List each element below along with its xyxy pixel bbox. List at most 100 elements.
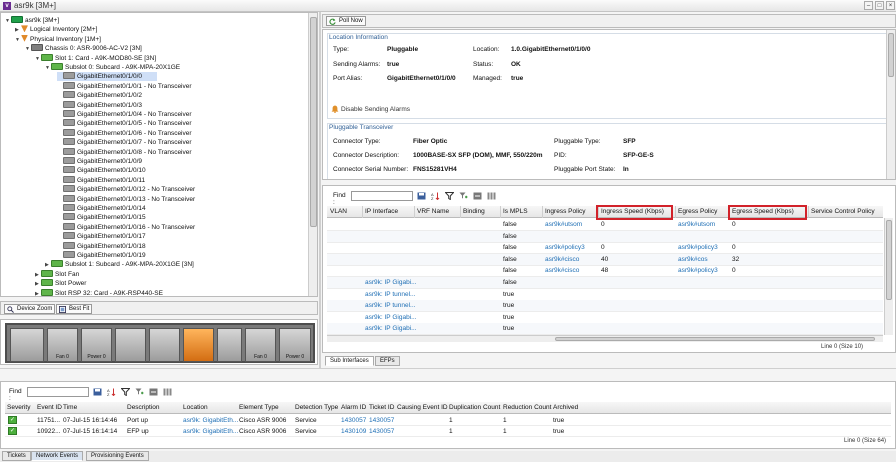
column-header[interactable]: Reduction Count bbox=[503, 404, 551, 411]
tree-item[interactable]: GigabitEthernet0/1/0/0 bbox=[57, 72, 157, 82]
table-cell[interactable]: asr9k: IP Gigabi... bbox=[365, 325, 417, 332]
events-find-input[interactable] bbox=[27, 387, 89, 397]
maximize-button[interactable]: □ bbox=[875, 1, 884, 10]
table-cell[interactable]: asr9k#utsom bbox=[545, 221, 582, 228]
column-header[interactable]: IP Interface bbox=[365, 208, 398, 215]
table-cell[interactable]: asr9k: IP Gigabi... bbox=[365, 314, 417, 321]
tree-item[interactable]: GigabitEthernet0/1/0/9 bbox=[57, 157, 142, 166]
tree-item[interactable]: GigabitEthernet0/1/0/8 - No Transceiver bbox=[57, 147, 192, 157]
table-row[interactable]: false asr9k#cisco 40 asr9k#cos 32 bbox=[327, 253, 883, 266]
table-cell[interactable]: asr9k: IP tunnel... bbox=[365, 302, 415, 309]
device-zoom-button[interactable]: Device Zoom bbox=[4, 304, 56, 314]
table-row[interactable]: ✓ 10922... 07-Jul-15 16:14:14 EFP up asr9k: … bbox=[5, 426, 891, 437]
table-row[interactable]: false asr9k#cisco 48 asr9k#policy3 0 bbox=[327, 265, 883, 278]
column-header[interactable]: Ingress Policy bbox=[545, 208, 585, 215]
table-cell[interactable]: asr9k#cisco bbox=[545, 267, 579, 274]
column-header[interactable]: Causing Event ID bbox=[397, 404, 448, 411]
tree-item[interactable]: ▼ asr9k [3M+] bbox=[5, 16, 59, 25]
table-cell[interactable]: asr9k: GigabitEth... bbox=[183, 428, 238, 435]
table-cell[interactable]: asr9k#cos bbox=[678, 256, 708, 263]
tree-item[interactable]: ▶ Slot Fan bbox=[35, 269, 79, 279]
column-header[interactable]: Severity bbox=[7, 404, 30, 411]
disable-sending-alarms-link[interactable]: Disable Sending Alarms bbox=[341, 106, 410, 113]
tree-item[interactable]: ▼ Slot 1: Card - A9K-MOD80-SE [3N] bbox=[35, 53, 156, 63]
column-header[interactable]: Detection Type bbox=[295, 404, 338, 411]
table-row[interactable]: asr9k: IP Gigabi... true bbox=[327, 312, 883, 324]
filter-icon[interactable] bbox=[121, 388, 130, 396]
column-header[interactable]: Location bbox=[183, 404, 208, 411]
tree-item[interactable]: GigabitEthernet0/1/0/5 - No Transceiver bbox=[57, 119, 192, 128]
tree-item[interactable]: ▶ Logical Inventory [2M+] bbox=[15, 25, 97, 34]
column-separator[interactable] bbox=[542, 206, 543, 218]
best-fit-button[interactable]: Best Fit bbox=[56, 304, 93, 314]
column-header[interactable]: Ticket ID bbox=[369, 404, 394, 411]
column-header[interactable]: VRF Name bbox=[417, 208, 449, 215]
table-cell[interactable]: 1430057 bbox=[341, 417, 366, 424]
advanced-filter-icon[interactable] bbox=[459, 192, 468, 200]
poll-now-button[interactable]: Poll Now bbox=[326, 16, 366, 26]
tab-sub-interfaces[interactable]: Sub Interfaces bbox=[325, 356, 374, 366]
tree-item[interactable]: GigabitEthernet0/1/0/2 bbox=[57, 91, 142, 100]
table-row[interactable]: ✓ 11751... 07-Jul-15 16:14:46 Port up asr9k:… bbox=[5, 415, 891, 426]
close-button[interactable]: × bbox=[886, 1, 895, 10]
table-cell[interactable]: asr9k#cisco bbox=[545, 256, 579, 263]
save-icon[interactable] bbox=[417, 192, 426, 200]
column-separator[interactable] bbox=[675, 206, 676, 218]
chassis-module[interactable] bbox=[149, 328, 180, 362]
sort-icon[interactable]: AZ bbox=[431, 192, 440, 200]
table-row[interactable]: false asr9k#utsom 0 asr9k#utsom 0 bbox=[327, 219, 883, 231]
tree-item[interactable]: GigabitEthernet0/1/0/13 - No Transceiver bbox=[57, 194, 195, 204]
table-cell[interactable]: asr9k: IP Gigabi... bbox=[365, 279, 417, 286]
columns-icon[interactable] bbox=[487, 192, 496, 200]
chassis-module[interactable] bbox=[183, 328, 214, 362]
sort-icon[interactable]: AZ bbox=[107, 388, 116, 396]
table-cell[interactable]: 1430057 bbox=[369, 428, 394, 435]
export-icon[interactable] bbox=[473, 192, 482, 200]
column-header[interactable]: Archived bbox=[553, 404, 578, 411]
tab-network-events[interactable]: Network Events bbox=[31, 451, 84, 461]
column-separator[interactable] bbox=[362, 206, 363, 218]
chassis-module[interactable] bbox=[217, 328, 242, 362]
details-scrollbar-thumb[interactable] bbox=[888, 33, 894, 77]
column-header[interactable]: Egress Policy bbox=[678, 208, 717, 215]
interfaces-hscrollbar[interactable] bbox=[327, 335, 883, 342]
column-header[interactable]: Description bbox=[127, 404, 160, 411]
table-cell[interactable]: 1430057 bbox=[369, 417, 394, 424]
chassis-module[interactable]: Power 0 bbox=[279, 328, 311, 362]
table-row[interactable]: asr9k: IP tunnel... true bbox=[327, 289, 883, 301]
interfaces-scrollbar-thumb[interactable] bbox=[886, 220, 892, 300]
tree-item[interactable]: GigabitEthernet0/1/0/15 bbox=[57, 213, 146, 222]
export-icon[interactable] bbox=[149, 388, 158, 396]
tree-item[interactable]: ▼ Physical Inventory [1M+] bbox=[15, 34, 101, 44]
tab-provisioning-events[interactable]: Provisioning Events bbox=[86, 451, 149, 461]
tree-item[interactable]: ▼ Subslot 0: Subcard - A9K-MPA-20X1GE bbox=[45, 63, 180, 72]
table-cell[interactable]: asr9k: GigabitEth... bbox=[183, 417, 238, 424]
table-cell[interactable]: 1430109 bbox=[341, 428, 366, 435]
table-cell[interactable]: asr9k#utsom bbox=[678, 221, 715, 228]
chassis-module[interactable]: Fan 0 bbox=[245, 328, 276, 362]
panel-divider[interactable] bbox=[0, 368, 896, 369]
columns-icon[interactable] bbox=[163, 388, 172, 396]
table-cell[interactable]: asr9k#policy3 bbox=[678, 244, 718, 251]
tree-item[interactable]: ▼ Chassis 0: ASR-9006-AC-V2 [3N] bbox=[25, 44, 142, 53]
tab-efps[interactable]: EFPs bbox=[375, 356, 400, 366]
table-cell[interactable]: asr9k: IP tunnel... bbox=[365, 291, 415, 298]
column-separator[interactable] bbox=[414, 206, 415, 218]
column-header[interactable]: Event ID bbox=[37, 404, 62, 411]
table-cell[interactable]: asr9k#policy3 bbox=[545, 244, 585, 251]
tree-item[interactable]: GigabitEthernet0/1/0/7 - No Transceiver bbox=[57, 138, 192, 147]
tree-item[interactable]: GigabitEthernet0/1/0/1 - No Transceiver bbox=[57, 81, 192, 91]
column-header[interactable]: Time bbox=[63, 404, 77, 411]
chassis-module[interactable]: Fan 0 bbox=[47, 328, 78, 362]
save-icon[interactable] bbox=[93, 388, 102, 396]
tree-item[interactable]: GigabitEthernet0/1/0/3 bbox=[57, 100, 142, 110]
tree-item[interactable]: GigabitEthernet0/1/0/16 - No Transceiver bbox=[57, 222, 195, 232]
column-header[interactable]: Is MPLS bbox=[503, 208, 528, 215]
details-scrollbar[interactable] bbox=[886, 30, 895, 179]
vertical-splitter[interactable] bbox=[319, 12, 321, 368]
tree-item[interactable]: ▶ Slot RSP 32: Card - A9K-RSP440-SE bbox=[35, 288, 163, 296]
advanced-filter-icon[interactable] bbox=[135, 388, 144, 396]
table-cell[interactable]: asr9k#policy3 bbox=[678, 267, 718, 274]
tree-item[interactable]: ▶ Subslot 1: Subcard - A9K-MPA-20X1GE [3N… bbox=[45, 260, 194, 269]
column-separator[interactable] bbox=[460, 206, 461, 218]
